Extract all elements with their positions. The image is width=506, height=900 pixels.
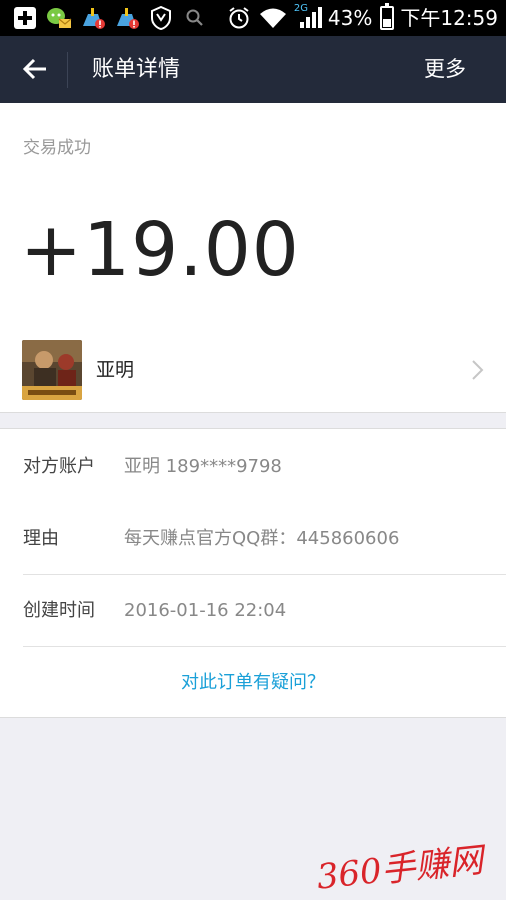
clock: 下午12:59 xyxy=(400,6,498,30)
arrow-left-icon xyxy=(22,58,46,80)
signal-icon: 2G xyxy=(293,3,322,30)
order-question-link[interactable]: 对此订单有疑问？ xyxy=(0,647,506,719)
notification-icons xyxy=(12,5,208,31)
detail-value: 亚明 189****9798 xyxy=(124,456,282,477)
shield-icon xyxy=(148,6,174,30)
detail-row-created-time: 创建时间 2016-01-16 22:04 xyxy=(0,575,506,647)
alarm-icon xyxy=(226,6,252,30)
transaction-amount: +19.00 xyxy=(20,207,300,293)
wifi-icon xyxy=(258,6,288,30)
counterparty-name: 亚明 xyxy=(96,359,135,381)
detail-label: 创建时间 xyxy=(23,600,95,621)
cleaner-alert-icon xyxy=(114,6,140,30)
title-bar: 账单详情 更多 xyxy=(0,36,506,103)
detail-label: 对方账户 xyxy=(23,456,95,477)
detail-value: 每天赚点官方QQ群：445860606 xyxy=(124,528,400,549)
battery-percent: 43% xyxy=(327,6,373,30)
back-button[interactable] xyxy=(14,48,56,90)
detail-row-account: 对方账户 亚明 189****9798 xyxy=(0,431,506,503)
system-status: 2G 43% 下午12:59 xyxy=(226,3,498,31)
transaction-summary: 交易成功 +19.00 亚明 xyxy=(0,103,506,413)
detail-row-reason: 理由 每天赚点官方QQ群：445860606 xyxy=(0,503,506,575)
transaction-status: 交易成功 xyxy=(23,138,91,158)
add-icon xyxy=(12,6,38,30)
watermark-logo: 360手赚网 xyxy=(315,840,489,892)
more-button[interactable]: 更多 xyxy=(424,36,466,103)
battery-icon xyxy=(380,3,395,30)
chat-mail-icon xyxy=(46,6,72,30)
network-type-label: 2G xyxy=(293,3,309,14)
counterparty-row[interactable]: 亚明 xyxy=(0,335,506,411)
cleaner-alert-icon xyxy=(80,6,106,30)
svg-text:360手赚网: 360手赚网 xyxy=(315,840,489,892)
status-bar: 2G 43% 下午12:59 xyxy=(0,0,506,36)
detail-label: 理由 xyxy=(23,528,59,549)
page-title: 账单详情 xyxy=(92,57,181,82)
transaction-details: 对方账户 亚明 189****9798 理由 每天赚点官方QQ群：4458606… xyxy=(0,428,506,718)
detail-value: 2016-01-16 22:04 xyxy=(124,600,287,621)
avatar xyxy=(22,340,82,400)
search-icon xyxy=(182,6,208,30)
title-divider xyxy=(67,52,68,88)
chevron-right-icon xyxy=(472,360,484,380)
